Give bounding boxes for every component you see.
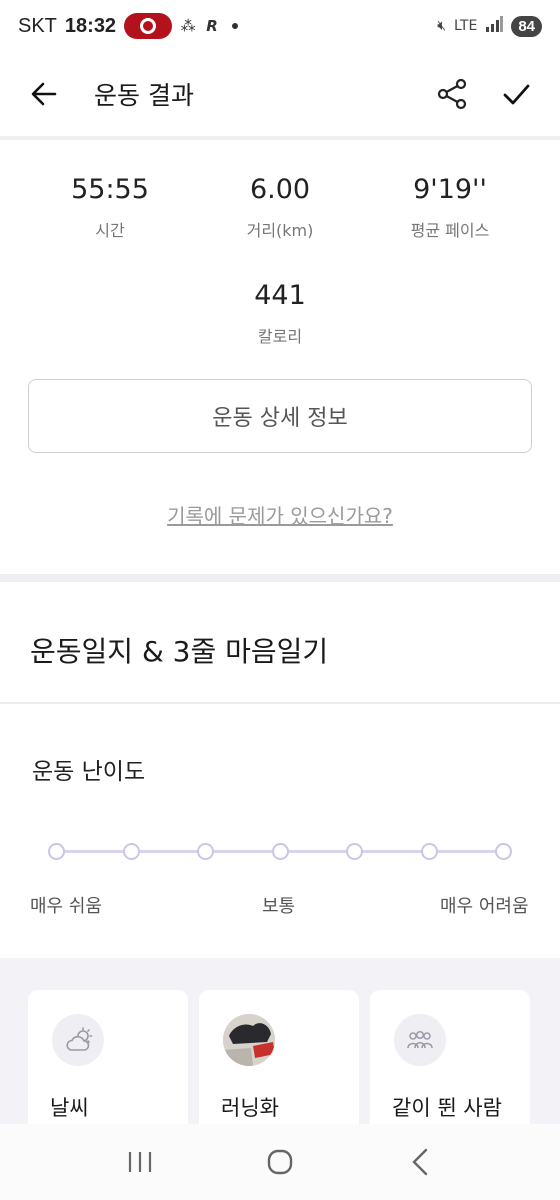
signal-icon <box>485 15 504 37</box>
stat-calories-value: 441 <box>254 280 306 311</box>
system-navigation-bar <box>0 1124 560 1200</box>
chevron-left-icon <box>412 1148 428 1176</box>
difficulty-stop[interactable] <box>346 843 363 860</box>
recording-indicator <box>124 13 173 39</box>
stat-calories-label: 칼로리 <box>257 327 303 346</box>
runner-app-icon: R <box>206 17 218 35</box>
stat-distance-label: 거리(km) <box>246 221 314 240</box>
stat-time: 55:55 시간 <box>25 174 195 241</box>
running-shoes-card-label: 러닝화 <box>221 1096 279 1120</box>
check-icon <box>503 84 530 105</box>
difficulty-stop[interactable] <box>197 843 214 860</box>
difficulty-label-normal: 보통 <box>262 896 296 917</box>
grid-dots-icon: ⁂ <box>180 17 196 35</box>
more-notifications-icon <box>232 23 239 29</box>
status-left: SKT 18:32 ⁂ R <box>18 13 239 39</box>
battery-level: 84 <box>511 15 542 37</box>
journal-divider <box>0 702 560 704</box>
report-problem-link[interactable]: 기록에 문제가 있으신가요? <box>0 500 560 529</box>
workout-detail-button[interactable]: 운동 상세 정보 <box>28 379 532 453</box>
difficulty-slider[interactable] <box>48 838 512 866</box>
difficulty-stop[interactable] <box>122 843 140 860</box>
stat-time-value: 55:55 <box>71 174 149 205</box>
difficulty-stop[interactable] <box>271 843 289 860</box>
difficulty-stop[interactable] <box>495 843 512 860</box>
difficulty-stop[interactable] <box>420 843 438 860</box>
header-actions <box>430 72 538 116</box>
difficulty-title: 운동 난이도 <box>32 759 146 785</box>
share-icon <box>437 78 467 110</box>
section-separator <box>0 574 560 582</box>
stat-distance: 6.00 거리(km) <box>195 174 365 241</box>
status-time: 18:32 <box>64 14 117 37</box>
mute-icon: 🔇︎ <box>437 18 447 34</box>
back-button[interactable] <box>22 72 66 116</box>
header-divider <box>0 136 560 140</box>
running-partners-card-label: 같이 뛴 사람 <box>392 1096 502 1120</box>
app-header: 운동 결과 <box>0 52 560 136</box>
status-right: 🔇︎ LTE 84 <box>437 15 542 37</box>
stat-calories: 441 칼로리 <box>195 280 365 347</box>
journal-section-title: 운동일지 & 3줄 마음일기 <box>30 635 329 668</box>
stat-pace-label: 평균 페이스 <box>410 221 490 240</box>
difficulty-label-easy: 매우 쉬움 <box>30 896 102 917</box>
recent-apps-button[interactable] <box>110 1132 170 1192</box>
weather-card-label: 날씨 <box>50 1096 89 1120</box>
people-icon <box>394 1014 446 1066</box>
share-button[interactable] <box>430 72 474 116</box>
stat-pace-value: 9'19'' <box>413 174 487 205</box>
stat-time-label: 시간 <box>95 221 125 240</box>
home-icon <box>267 1149 293 1175</box>
home-button[interactable] <box>250 1132 310 1192</box>
stat-pace: 9'19'' 평균 페이스 <box>365 174 535 241</box>
carrier-label: SKT <box>18 14 57 37</box>
difficulty-stop[interactable] <box>48 843 65 860</box>
shoe-photo <box>223 1014 275 1066</box>
page-title: 운동 결과 <box>94 81 194 110</box>
recent-apps-icon <box>128 1152 152 1172</box>
difficulty-label-hard: 매우 어려움 <box>440 896 529 917</box>
confirm-button[interactable] <box>494 72 538 116</box>
network-type: LTE <box>454 18 478 34</box>
record-icon <box>140 18 157 34</box>
cloud-sun-icon <box>52 1014 104 1066</box>
arrow-left-icon <box>31 82 57 106</box>
stat-distance-value: 6.00 <box>249 174 311 205</box>
system-back-button[interactable] <box>390 1132 450 1192</box>
status-bar: SKT 18:32 ⁂ R 🔇︎ LTE 84 <box>0 0 560 52</box>
